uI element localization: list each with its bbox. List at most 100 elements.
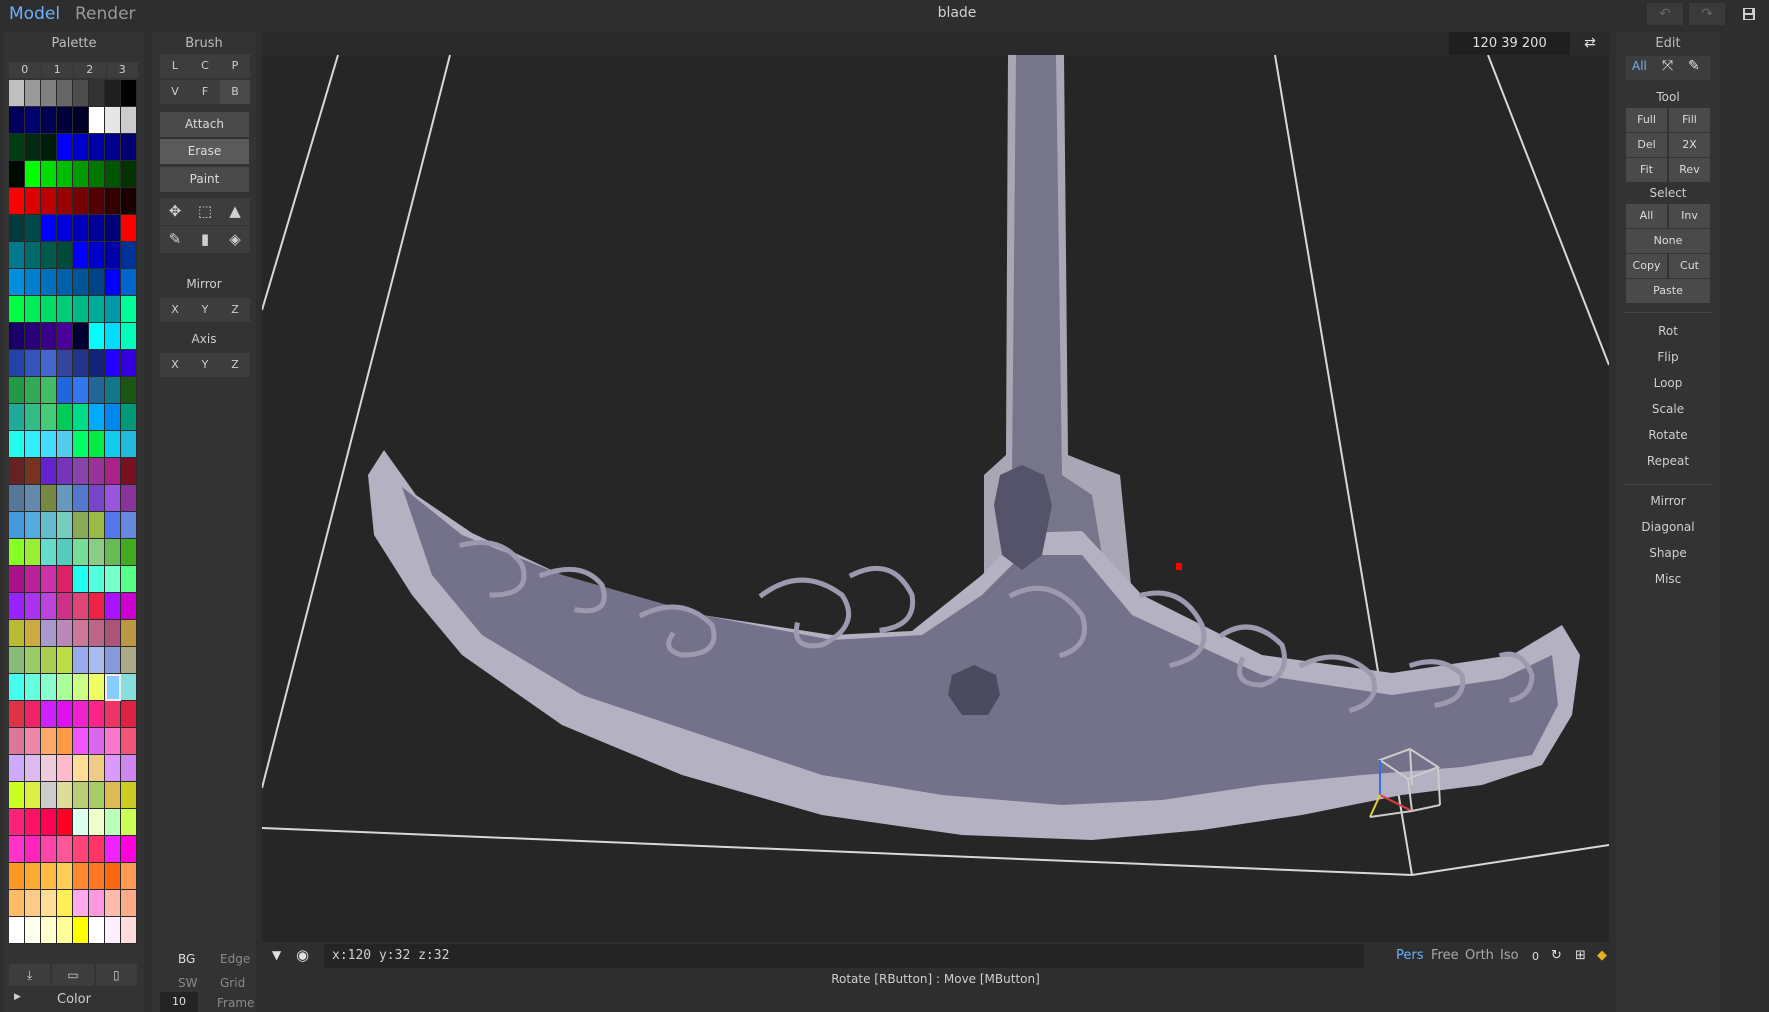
palette-swatch[interactable] xyxy=(25,539,41,566)
brush-p-button[interactable]: P xyxy=(220,54,250,78)
palette-swatch[interactable] xyxy=(25,620,41,647)
palette-swatch[interactable] xyxy=(73,269,89,296)
palette-swatch[interactable] xyxy=(25,512,41,539)
palette-swatch[interactable] xyxy=(105,485,121,512)
palette-swatch[interactable] xyxy=(73,80,89,107)
palette-swatch[interactable] xyxy=(57,350,73,377)
tool-rev-button[interactable]: Rev xyxy=(1669,158,1710,182)
palette-swatch[interactable] xyxy=(57,458,73,485)
bg-toggle[interactable]: BG xyxy=(178,952,195,966)
palette-swatch[interactable] xyxy=(9,80,25,107)
flip-button[interactable]: Flip xyxy=(1616,350,1720,364)
palette-swatch[interactable] xyxy=(9,863,25,890)
palette-swatch[interactable] xyxy=(105,539,121,566)
palette-swatch[interactable] xyxy=(57,431,73,458)
palette-swatch[interactable] xyxy=(25,890,41,917)
move-tool[interactable]: ✥ xyxy=(160,198,190,225)
tool-fill-button[interactable]: Fill xyxy=(1669,108,1710,132)
palette-swatch[interactable] xyxy=(73,809,89,836)
tool-fit-button[interactable]: Fit xyxy=(1626,158,1667,182)
palette-swatch[interactable] xyxy=(41,890,57,917)
view-orth[interactable]: Orth xyxy=(1465,948,1494,963)
tool-del-button[interactable]: Del xyxy=(1626,133,1667,157)
palette-swatch[interactable] xyxy=(25,242,41,269)
palette-swatch[interactable] xyxy=(9,620,25,647)
palette-swatch[interactable] xyxy=(25,647,41,674)
palette-swatch[interactable] xyxy=(105,404,121,431)
palette-swatch[interactable] xyxy=(105,134,121,161)
palette-swatch[interactable] xyxy=(25,107,41,134)
paint-button[interactable]: Paint xyxy=(160,167,249,192)
palette-swatch[interactable] xyxy=(73,350,89,377)
3d-viewport[interactable] xyxy=(262,55,1609,942)
palette-swatch[interactable] xyxy=(57,404,73,431)
palette-swatch[interactable] xyxy=(105,377,121,404)
reset-view-icon[interactable]: ↻ xyxy=(1551,948,1562,963)
mirror-z-button[interactable]: Z xyxy=(220,298,250,322)
palette-swatch[interactable] xyxy=(57,485,73,512)
redo-button[interactable]: ↷ xyxy=(1689,3,1725,25)
tool-2x-button[interactable]: 2X xyxy=(1669,133,1710,157)
palette-swatch[interactable] xyxy=(89,674,105,701)
palette-swatch[interactable] xyxy=(41,863,57,890)
palette-swatch[interactable] xyxy=(73,242,89,269)
camera-icon[interactable]: ◉ xyxy=(296,946,309,964)
palette-swatch[interactable] xyxy=(105,80,121,107)
palette-swatch[interactable] xyxy=(121,350,137,377)
palette-swatch[interactable] xyxy=(57,377,73,404)
palette-swatch[interactable] xyxy=(41,836,57,863)
palette-swatch[interactable] xyxy=(73,458,89,485)
palette-swatch[interactable] xyxy=(25,431,41,458)
palette-swatch[interactable] xyxy=(9,215,25,242)
palette-swatch[interactable] xyxy=(57,917,73,944)
palette-swatch[interactable] xyxy=(89,107,105,134)
palette-swatch[interactable] xyxy=(57,134,73,161)
palette-swatch[interactable] xyxy=(89,431,105,458)
palette-swatch[interactable] xyxy=(121,242,137,269)
palette-swatch[interactable] xyxy=(73,134,89,161)
palette-swatch[interactable] xyxy=(89,566,105,593)
palette-swatch[interactable] xyxy=(121,566,137,593)
face-tool[interactable]: ▲ xyxy=(220,198,250,225)
palette-swatch[interactable] xyxy=(41,566,57,593)
palette-swatch[interactable] xyxy=(57,188,73,215)
select-inv-button[interactable]: Inv xyxy=(1669,204,1710,228)
select-all-button[interactable]: All xyxy=(1626,204,1667,228)
select-none-button[interactable]: None xyxy=(1626,229,1710,253)
palette-swatch[interactable] xyxy=(105,620,121,647)
palette-swatch[interactable] xyxy=(57,512,73,539)
palette-swatch[interactable] xyxy=(89,242,105,269)
palette-swatch[interactable] xyxy=(25,350,41,377)
palette-swatch[interactable] xyxy=(89,350,105,377)
palette-swatch[interactable] xyxy=(121,188,137,215)
palette-swatch[interactable] xyxy=(121,404,137,431)
palette-swatch[interactable] xyxy=(73,917,89,944)
palette-swatch[interactable] xyxy=(105,836,121,863)
palette-swatch[interactable] xyxy=(9,566,25,593)
palette-swatch[interactable] xyxy=(41,80,57,107)
palette-swatch[interactable] xyxy=(25,674,41,701)
palette-swatch[interactable] xyxy=(73,323,89,350)
axis-x-button[interactable]: X xyxy=(160,353,190,377)
palette-swatch[interactable] xyxy=(9,377,25,404)
palette-swatch[interactable] xyxy=(57,323,73,350)
palette-swatch[interactable] xyxy=(41,539,57,566)
palette-swatch[interactable] xyxy=(73,728,89,755)
palette-swatch[interactable] xyxy=(41,296,57,323)
palette-swatch[interactable] xyxy=(89,728,105,755)
palette-swatch[interactable] xyxy=(121,701,137,728)
palette-swatch[interactable] xyxy=(121,809,137,836)
palette-swatch[interactable] xyxy=(105,728,121,755)
palette-swatch[interactable] xyxy=(9,458,25,485)
palette-swatch[interactable] xyxy=(73,485,89,512)
palette-swatch[interactable] xyxy=(105,458,121,485)
download-button[interactable]: ⤓ xyxy=(9,964,51,986)
palette-swatch[interactable] xyxy=(121,107,137,134)
palette-swatch[interactable] xyxy=(121,620,137,647)
palette-swatch[interactable] xyxy=(121,863,137,890)
axis-z-button[interactable]: Z xyxy=(220,353,250,377)
palette-swatch[interactable] xyxy=(121,80,137,107)
palette-swatch[interactable] xyxy=(105,917,121,944)
palette-swatch[interactable] xyxy=(73,755,89,782)
palette-swatch[interactable] xyxy=(89,161,105,188)
